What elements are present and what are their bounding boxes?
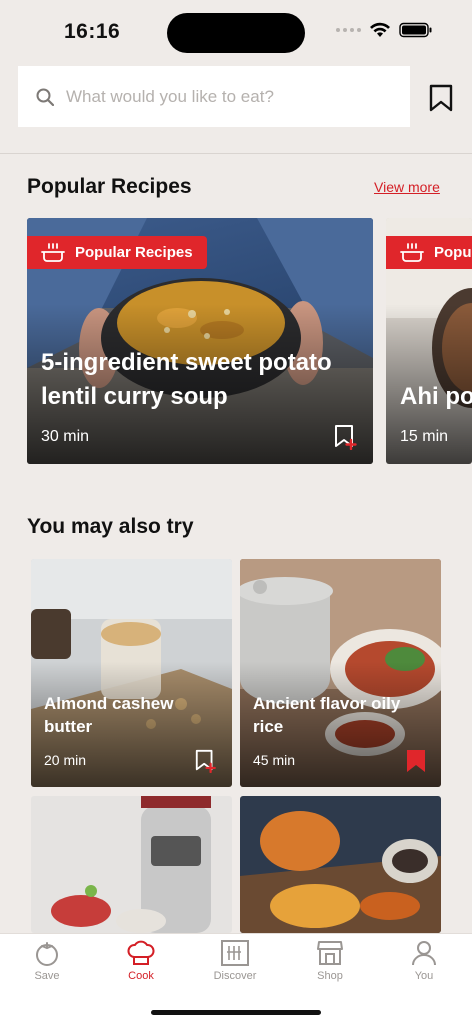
section-title-also-try: You may also try <box>27 515 194 538</box>
cooking-pot-icon <box>41 242 65 262</box>
popular-badge: Popu <box>386 236 472 269</box>
tab-label: Save <box>34 970 60 982</box>
recipe-card[interactable] <box>31 796 232 933</box>
tab-label: Discover <box>213 970 257 982</box>
status-bar: 16:16 <box>0 0 472 60</box>
tab-save[interactable]: Save <box>12 940 82 982</box>
search-input[interactable] <box>66 86 366 107</box>
section-title-popular: Popular Recipes <box>27 175 192 198</box>
tab-shop[interactable]: Shop <box>295 940 365 982</box>
tab-label: You <box>414 970 434 982</box>
recipe-card[interactable]: Ancient flavor oily rice 45 min <box>240 559 441 787</box>
dynamic-island <box>167 13 305 53</box>
recipe-time: 15 min <box>400 428 449 445</box>
search-header <box>0 60 472 154</box>
recipe-photo <box>31 796 232 933</box>
home-indicator <box>151 1010 321 1015</box>
tab-you[interactable]: You <box>389 940 459 982</box>
tomato-icon <box>36 942 58 966</box>
recipe-title: Almond cashew butter <box>44 694 174 736</box>
recipe-card[interactable]: Almond cashew butter 20 min <box>31 559 232 787</box>
cooking-pot-icon <box>400 242 424 262</box>
status-time: 16:16 <box>64 20 121 43</box>
recipe-time: 45 min <box>253 752 296 768</box>
recipe-photo <box>240 796 441 933</box>
recipe-time: 20 min <box>44 752 87 768</box>
wifi-icon <box>370 22 390 37</box>
tab-cook[interactable]: Cook <box>106 940 176 982</box>
recipe-title: 5-ingredient sweet potato lentil curry s… <box>41 349 332 410</box>
popular-recipe-card[interactable]: Popular Recipes 5-ingredient sweet potat… <box>27 218 373 464</box>
tab-label: Cook <box>128 970 154 982</box>
add-bookmark-icon[interactable] <box>194 749 218 773</box>
cellular-signal-icon <box>336 28 361 32</box>
shop-icon <box>317 941 343 965</box>
popular-recipe-card[interactable]: Popu Ahi po 15 min <box>386 218 472 464</box>
person-icon <box>412 941 436 966</box>
recipe-card[interactable] <box>240 796 441 933</box>
badge-label: Popular Recipes <box>75 244 193 261</box>
badge-label: Popu <box>434 244 472 261</box>
bookmark-icon[interactable] <box>429 84 453 112</box>
search-bar[interactable] <box>18 66 410 127</box>
recipe-title: Ancient flavor oily rice <box>253 694 401 736</box>
recipe-title: Ahi po <box>400 383 472 410</box>
saved-bookmark-icon[interactable] <box>405 749 427 773</box>
discover-icon <box>221 940 249 966</box>
battery-icon <box>399 22 432 38</box>
recipe-time: 30 min <box>41 428 90 445</box>
view-more-link[interactable]: View more <box>374 179 440 195</box>
add-bookmark-icon[interactable] <box>333 424 359 450</box>
tab-discover[interactable]: Discover <box>200 940 270 982</box>
tab-label: Shop <box>317 970 343 982</box>
status-icons <box>336 22 433 38</box>
popular-badge: Popular Recipes <box>27 236 207 269</box>
chef-hat-icon <box>127 940 155 965</box>
search-icon <box>36 88 54 106</box>
